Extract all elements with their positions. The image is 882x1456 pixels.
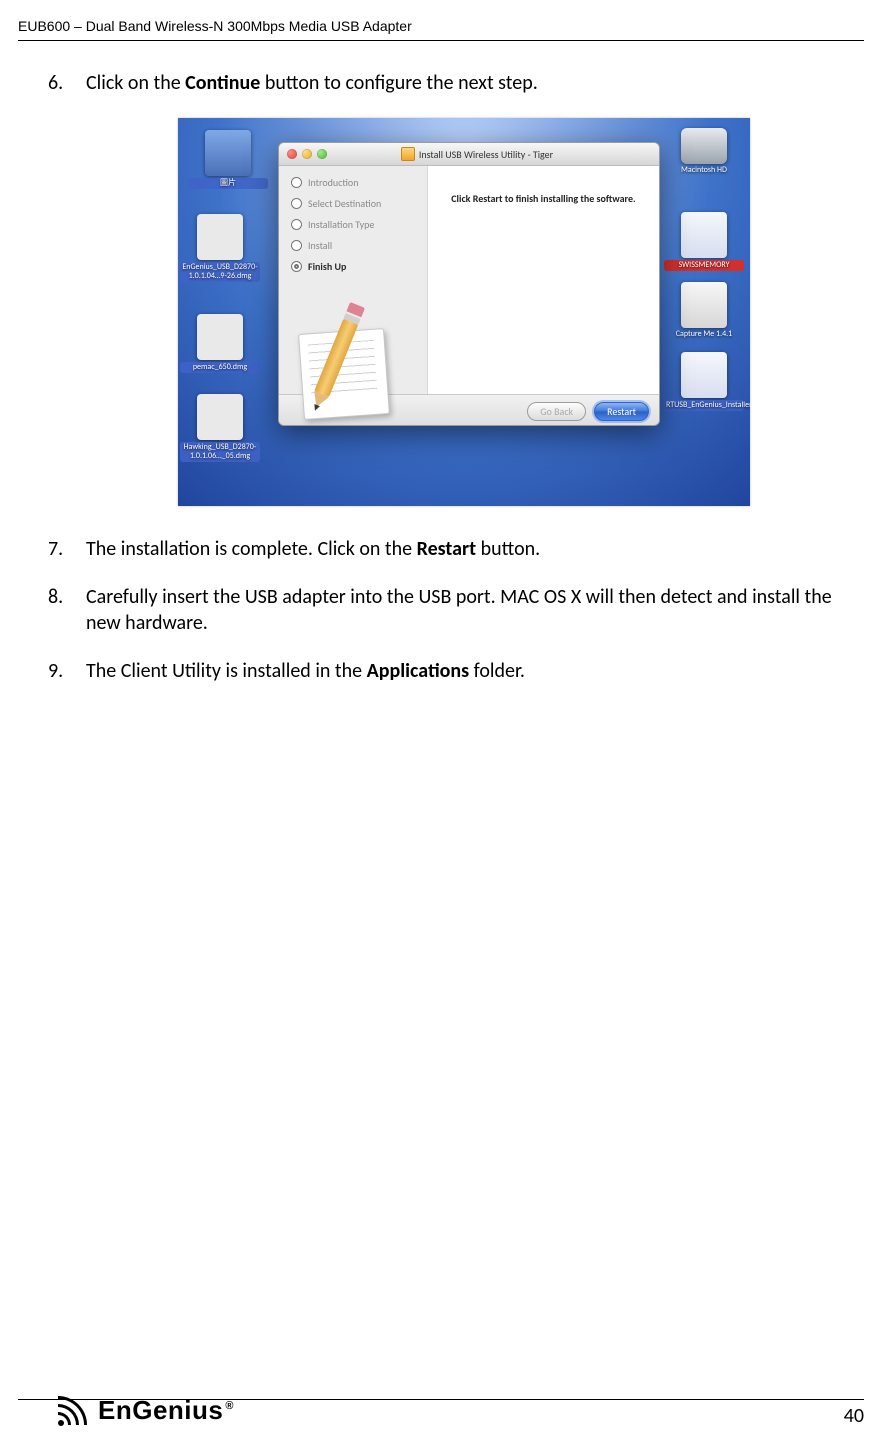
radio-icon <box>291 261 302 272</box>
step-install: Install <box>291 239 419 252</box>
close-icon[interactable] <box>287 149 297 159</box>
step-type: Installation Type <box>291 218 419 231</box>
minimize-icon[interactable] <box>302 149 312 159</box>
radio-icon <box>291 240 302 251</box>
traffic-lights <box>279 149 335 159</box>
installer-art <box>301 307 397 417</box>
go-back-button: Go Back <box>527 402 586 421</box>
step-8: 8. Carefully insert the USB adapter into… <box>48 584 834 636</box>
radio-icon <box>291 177 302 188</box>
content-area: 6. Click on the Continue button to confi… <box>48 70 834 706</box>
step-text: Click on the Continue button to configur… <box>86 70 834 96</box>
brand-logo: EnGenius® <box>58 1395 234 1426</box>
window-title: Install USB Wireless Utility - Tiger <box>335 147 659 161</box>
desktop-icon-pictures: 圖片 <box>188 130 268 189</box>
desktop-icon-capture-me: Capture Me 1.4.1 <box>664 282 744 339</box>
header-title: EUB600 – Dual Band Wireless-N 300Mbps Me… <box>18 18 412 34</box>
folder-icon <box>205 130 251 176</box>
step-9: 9. The Client Utility is installed in th… <box>48 658 834 684</box>
desktop-icon-hawking-dmg: Hawking_USB_D2870-1.0.1.06…_05.dmg <box>180 394 260 462</box>
radio-icon <box>291 198 302 209</box>
step-number: 8. <box>48 584 86 610</box>
installer-window: Install USB Wireless Utility - Tiger Int… <box>278 142 660 426</box>
desktop-icon-pemac-dmg: pemac_650.dmg <box>180 314 260 373</box>
desktop-icon-swissmemory: SWISSMEMORY <box>664 212 744 271</box>
header-rule <box>18 40 864 41</box>
step-text: The Client Utility is installed in the A… <box>86 658 834 684</box>
install-message: Click Restart to finish installing the s… <box>440 192 647 205</box>
step-introduction: Introduction <box>291 176 419 189</box>
dmg-icon <box>197 214 243 260</box>
step-text: The installation is complete. Click on t… <box>86 536 834 562</box>
drive-icon <box>681 212 727 258</box>
desktop-icon-engenius-dmg: EnGenius_USB_D2870-1.0.1.04…9-26.dmg <box>180 214 260 282</box>
brand-name: EnGenius® <box>98 1395 234 1426</box>
page-header: EUB600 – Dual Band Wireless-N 300Mbps Me… <box>18 18 864 34</box>
radio-icon <box>291 219 302 230</box>
hd-icon <box>681 128 727 164</box>
window-titlebar: Install USB Wireless Utility - Tiger <box>279 143 659 166</box>
step-number: 6. <box>48 70 86 96</box>
dmg-icon <box>197 314 243 360</box>
page-footer: 40 EnGenius® <box>18 1399 864 1428</box>
package-icon <box>401 147 415 161</box>
step-number: 9. <box>48 658 86 684</box>
step-7: 7. The installation is complete. Click o… <box>48 536 834 562</box>
zoom-icon[interactable] <box>317 149 327 159</box>
restart-button[interactable]: Restart <box>594 402 649 421</box>
dmg-icon <box>197 394 243 440</box>
step-number: 7. <box>48 536 86 562</box>
installer-screenshot: 圖片 EnGenius_USB_D2870-1.0.1.04…9-26.dmg … <box>178 118 750 506</box>
step-destination: Select Destination <box>291 197 419 210</box>
desktop-icon-macintosh-hd: Macintosh HD <box>664 128 744 175</box>
step-6: 6. Click on the Continue button to confi… <box>48 70 834 96</box>
page-number: 40 <box>844 1404 864 1428</box>
app-icon <box>681 282 727 328</box>
drive-icon <box>681 352 727 398</box>
step-finish: Finish Up <box>291 260 419 273</box>
install-main-panel: Click Restart to finish installing the s… <box>427 166 659 394</box>
install-steps-list: Introduction Select Destination Installa… <box>279 166 427 394</box>
wifi-icon <box>58 1396 92 1426</box>
desktop-icon-rtusb-installer: RTUSB_EnGenius_Installer <box>664 352 744 411</box>
step-text: Carefully insert the USB adapter into th… <box>86 584 834 636</box>
